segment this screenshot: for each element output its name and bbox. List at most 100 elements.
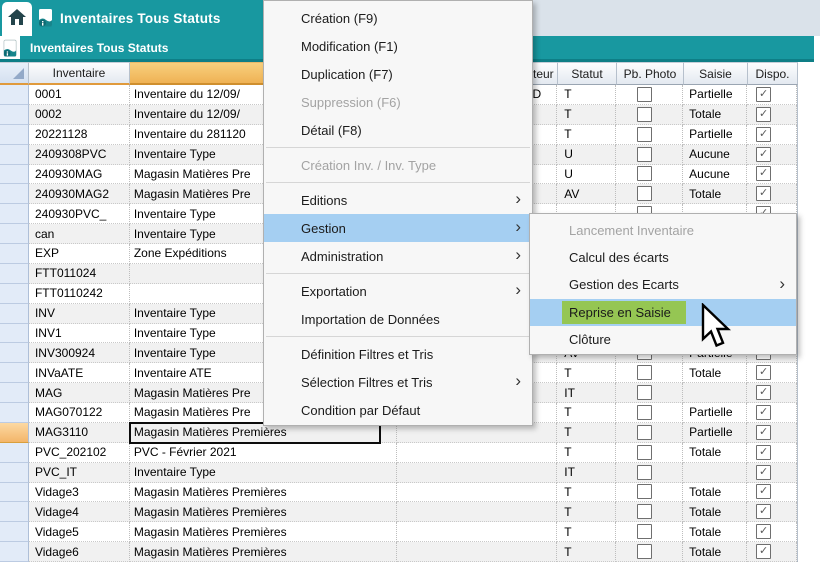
cell-inventaire[interactable]: 240930PVC_ [29,204,130,224]
cell-pb-photo[interactable] [616,463,683,483]
cell-operateur[interactable] [397,443,557,463]
column-header-inventaire[interactable]: Inventaire [29,62,130,85]
pb-photo-checkbox[interactable] [637,147,652,162]
cell-statut[interactable]: T [557,483,616,503]
cell-inventaire[interactable]: MAG070122 [29,403,130,423]
cell-saisie[interactable]: Totale [683,443,747,463]
cell-inventaire[interactable]: 240930MAG2 [29,184,130,204]
cell-saisie[interactable]: Totale [683,363,747,383]
table-row[interactable]: PVC_IT Inventaire Type IT ✓ [0,463,797,483]
active-tab-label[interactable]: Inventaires Tous Statuts [60,0,221,36]
table-row[interactable]: Vidage6 Magasin Matières Premières T Tot… [0,542,797,562]
cell-statut[interactable]: U [557,165,616,185]
cell-designation[interactable]: Magasin Matières Premières [130,522,398,542]
submenu-item[interactable]: Clôture › [530,326,796,353]
cell-inventaire[interactable]: Vidage6 [29,542,130,562]
pb-photo-checkbox[interactable] [637,87,652,102]
pb-photo-checkbox[interactable] [637,484,652,499]
cell-statut[interactable]: T [557,423,616,443]
context-menu-item[interactable]: Administration › [264,242,532,270]
pb-photo-checkbox[interactable] [637,107,652,122]
cell-pb-photo[interactable] [616,145,683,165]
home-tab[interactable] [2,2,32,36]
cell-pb-photo[interactable] [616,85,683,105]
cell-dispo[interactable]: ✓ [747,145,797,165]
cell-inventaire[interactable]: can [29,224,130,244]
row-selector-cell[interactable] [0,343,29,363]
cell-inventaire[interactable]: INV300924 [29,343,130,363]
column-header-pb-photo[interactable]: Pb. Photo [617,62,684,85]
cell-saisie[interactable]: Aucune [683,145,747,165]
submenu-item[interactable]: Gestion des Ecarts › [530,271,796,298]
context-menu-item[interactable]: Duplication (F7) › [264,60,532,88]
dispo-checkbox[interactable]: ✓ [756,524,771,539]
cell-inventaire[interactable]: PVC_202102 [29,443,130,463]
cell-saisie[interactable] [683,383,747,403]
cell-inventaire[interactable]: INV [29,304,130,324]
column-header-statut[interactable]: Statut [558,62,617,85]
context-menu-item[interactable]: Importation de Données › [264,305,532,333]
pb-photo-checkbox[interactable] [637,385,652,400]
cell-inventaire[interactable]: MAG [29,383,130,403]
pb-photo-checkbox[interactable] [637,127,652,142]
context-menu-item[interactable]: Création (F9) › [264,4,532,32]
dispo-checkbox[interactable]: ✓ [756,544,771,559]
pb-photo-checkbox[interactable] [637,445,652,460]
cell-operateur[interactable] [397,483,557,503]
dispo-checkbox[interactable]: ✓ [756,87,771,102]
dispo-checkbox[interactable]: ✓ [756,365,771,380]
cell-saisie[interactable]: Totale [683,105,747,125]
cell-dispo[interactable]: ✓ [747,363,797,383]
pb-photo-checkbox[interactable] [637,425,652,440]
pb-photo-checkbox[interactable] [637,405,652,420]
cell-dispo[interactable]: ✓ [747,542,797,562]
cell-dispo[interactable]: ✓ [747,502,797,522]
context-menu-item[interactable]: Gestion › [264,214,532,242]
cell-pb-photo[interactable] [616,403,683,423]
cell-dispo[interactable]: ✓ [747,423,797,443]
dispo-checkbox[interactable]: ✓ [756,504,771,519]
cell-saisie[interactable]: Partielle [683,423,747,443]
cell-saisie[interactable]: Partielle [683,125,747,145]
cell-saisie[interactable]: Totale [683,184,747,204]
cell-inventaire[interactable]: INVaATE [29,363,130,383]
cell-pb-photo[interactable] [616,522,683,542]
context-menu-item[interactable]: Condition par Défaut › [264,396,532,424]
row-selector-cell[interactable] [0,483,29,503]
cell-operateur[interactable] [397,502,557,522]
cell-designation[interactable]: Magasin Matières Premières [130,542,398,562]
row-selector-cell[interactable] [0,244,29,264]
cell-statut[interactable]: T [557,502,616,522]
dispo-checkbox[interactable]: ✓ [756,425,771,440]
cell-statut[interactable]: IT [557,383,616,403]
row-selector-cell[interactable] [0,522,29,542]
cell-statut[interactable]: T [557,105,616,125]
cell-designation[interactable]: Magasin Matières Premières [130,502,398,522]
cell-inventaire[interactable]: 0002 [29,105,130,125]
pb-photo-checkbox[interactable] [637,186,652,201]
row-selector-cell[interactable] [0,264,29,284]
cell-inventaire[interactable]: FTT0110242 [29,284,130,304]
cell-saisie[interactable] [683,463,747,483]
cell-inventaire[interactable]: INV1 [29,324,130,344]
cell-pb-photo[interactable] [616,443,683,463]
pb-photo-checkbox[interactable] [637,365,652,380]
cell-designation[interactable]: Magasin Matières Premières [130,483,398,503]
cell-statut[interactable]: IT [557,463,616,483]
row-selector-cell[interactable] [0,363,29,383]
pb-photo-checkbox[interactable] [637,166,652,181]
cell-saisie[interactable]: Totale [683,542,747,562]
cell-saisie[interactable]: Aucune [683,165,747,185]
cell-inventaire[interactable]: MAG3110 [29,423,130,443]
cell-operateur[interactable] [397,522,557,542]
dispo-checkbox[interactable]: ✓ [756,445,771,460]
cell-saisie[interactable]: Partielle [683,85,747,105]
row-selector-cell[interactable] [0,85,29,105]
row-selector-cell[interactable] [0,284,29,304]
row-selector-cell[interactable] [0,204,29,224]
table-row[interactable]: Vidage4 Magasin Matières Premières T Tot… [0,502,797,522]
cell-statut[interactable]: AV [557,184,616,204]
table-row[interactable]: PVC_202102 PVC - Février 2021 T Totale ✓ [0,443,797,463]
cell-inventaire[interactable]: Vidage3 [29,483,130,503]
context-menu-item[interactable]: Détail (F8) › [264,116,532,144]
